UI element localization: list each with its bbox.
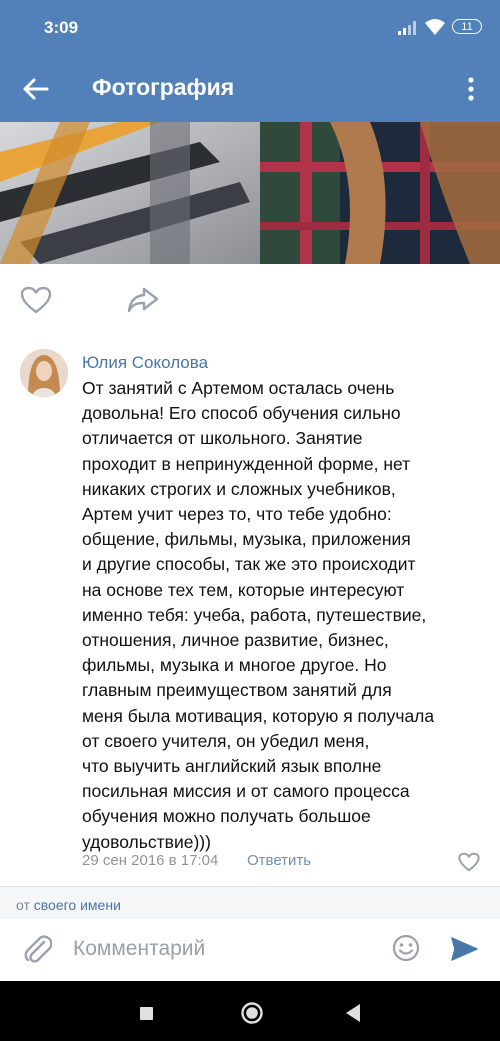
- share-icon[interactable]: [126, 286, 160, 319]
- post-as-prefix: от: [16, 897, 30, 913]
- emoji-icon[interactable]: [392, 934, 420, 967]
- photo-actions: [0, 264, 500, 336]
- app-bar: Фотография: [0, 56, 500, 122]
- page-title: Фотография: [92, 74, 235, 100]
- comment-input-bar: Комментарий: [0, 919, 500, 981]
- post-as-bar[interactable]: от своего имени: [0, 887, 500, 919]
- status-time: 3:09: [44, 18, 79, 37]
- comment-like-icon[interactable]: [458, 852, 480, 877]
- system-nav-bar: [0, 981, 500, 1041]
- send-icon[interactable]: [450, 935, 478, 968]
- nav-back-icon[interactable]: [345, 1003, 361, 1028]
- status-bar: 3:09 11: [0, 0, 500, 56]
- wifi-icon: [424, 18, 446, 41]
- recent-apps-icon[interactable]: [140, 1007, 153, 1020]
- back-arrow-icon[interactable]: [22, 76, 50, 102]
- signal-icon: [398, 21, 418, 40]
- comment-text: От занятий с Артемом осталась очень дово…: [82, 378, 435, 852]
- comment-author[interactable]: Юлия Соколова: [82, 353, 208, 373]
- more-options-icon[interactable]: [462, 76, 480, 102]
- like-icon[interactable]: [20, 286, 52, 319]
- avatar[interactable]: [20, 349, 68, 397]
- battery-indicator: 11: [452, 19, 482, 34]
- comment-date: 29 сен 2016 в 17:04: [82, 852, 219, 869]
- post-as-link[interactable]: своего имени: [34, 897, 121, 913]
- photo-image[interactable]: [0, 122, 500, 264]
- attach-icon[interactable]: [22, 933, 53, 970]
- reply-button[interactable]: Ответить: [247, 852, 311, 869]
- comment-input[interactable]: Комментарий: [73, 937, 205, 961]
- home-icon[interactable]: [240, 1001, 264, 1030]
